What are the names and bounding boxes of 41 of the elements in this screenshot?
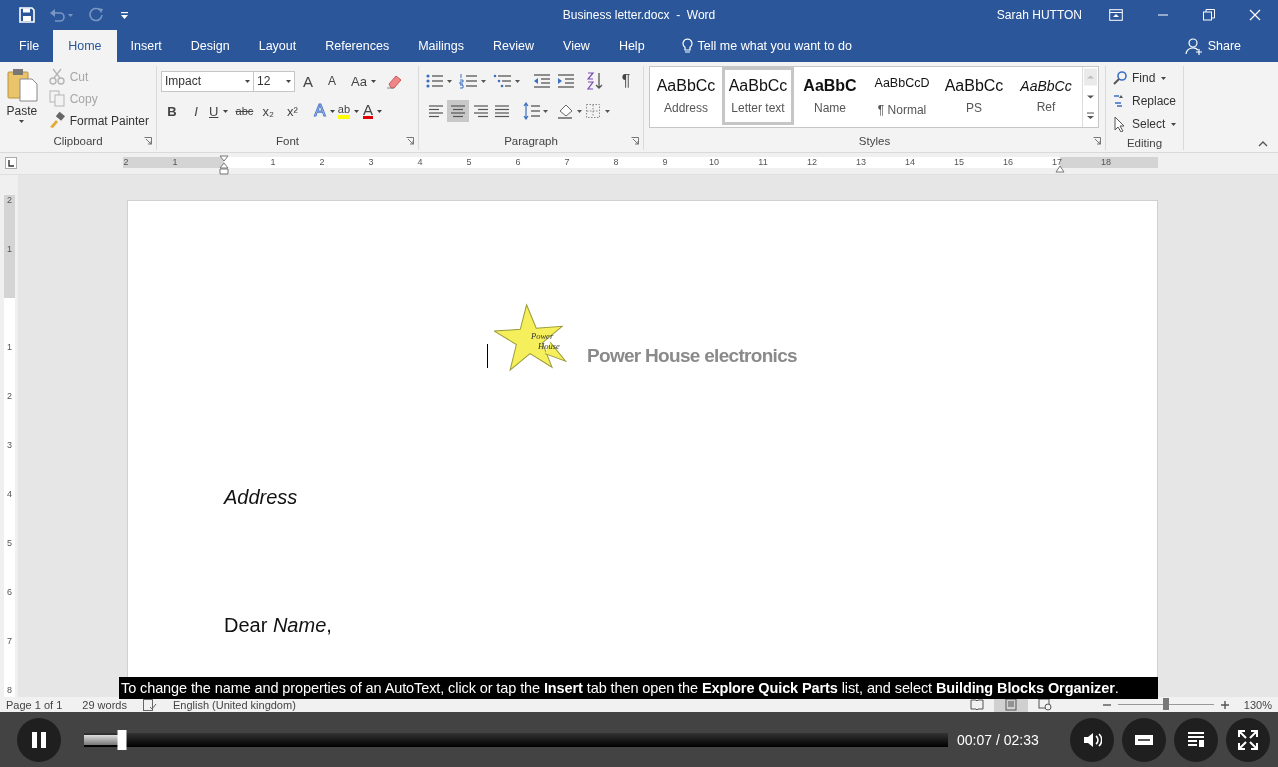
group-label: Styles — [858, 135, 891, 147]
ruler-number: 1 — [6, 342, 13, 352]
address-placeholder: Address — [224, 486, 298, 509]
ruler-number: 15 — [954, 158, 964, 167]
ruler-number: 1 — [6, 244, 13, 254]
ruler-number: 14 — [905, 158, 915, 167]
ruler-number: 5 — [466, 158, 472, 167]
ruler-number: 3 — [6, 440, 13, 450]
video-caption: To change the name and properties of an AutoText, click or tap the Insert tab then open the Explore Quick Parts list, and select Building Blocks Organizer. — [121, 680, 1119, 696]
ruler-number: 6 — [6, 587, 13, 597]
window-title: Business letter.docx - Word — [561, 8, 717, 22]
ruler-number: 2 — [123, 158, 129, 167]
ruler-number: 10 — [709, 158, 719, 167]
company-name: Power House electronics — [587, 345, 797, 367]
ruler-number: 13 — [856, 158, 866, 167]
ruler-number: 4 — [417, 158, 423, 167]
ruler-number: 3 — [368, 158, 374, 167]
ruler-number: 4 — [6, 489, 13, 499]
group-label: Font — [276, 135, 299, 147]
playback-time: 00:07 / 02:33 — [957, 731, 1039, 748]
ruler-number: 18 — [1101, 158, 1111, 167]
ruler-number: 5 — [6, 538, 13, 548]
ruler-number: 1 — [172, 158, 178, 167]
ruler-number: 11 — [758, 158, 768, 167]
ruler-number: 2 — [6, 195, 13, 205]
ruler-number: 7 — [564, 158, 570, 167]
ruler-number: 8 — [6, 685, 13, 695]
ruler-number: 7 — [6, 636, 13, 646]
ruler-number: 2 — [6, 391, 13, 401]
ruler-number: 17 — [1052, 158, 1062, 167]
group-label: Editing — [1126, 136, 1163, 149]
ruler-number: 16 — [1003, 158, 1013, 167]
ruler-number: 2 — [319, 158, 325, 167]
ruler-number: 6 — [515, 158, 521, 167]
ruler-number: 12 — [807, 158, 817, 167]
ruler-number: 9 — [662, 158, 668, 167]
ruler-number: 1 — [270, 158, 276, 167]
salutation: Dear Name, — [224, 614, 332, 637]
ruler-number: 8 — [613, 158, 619, 167]
group-label: Clipboard — [53, 135, 103, 147]
group-label: Paragraph — [504, 135, 558, 147]
